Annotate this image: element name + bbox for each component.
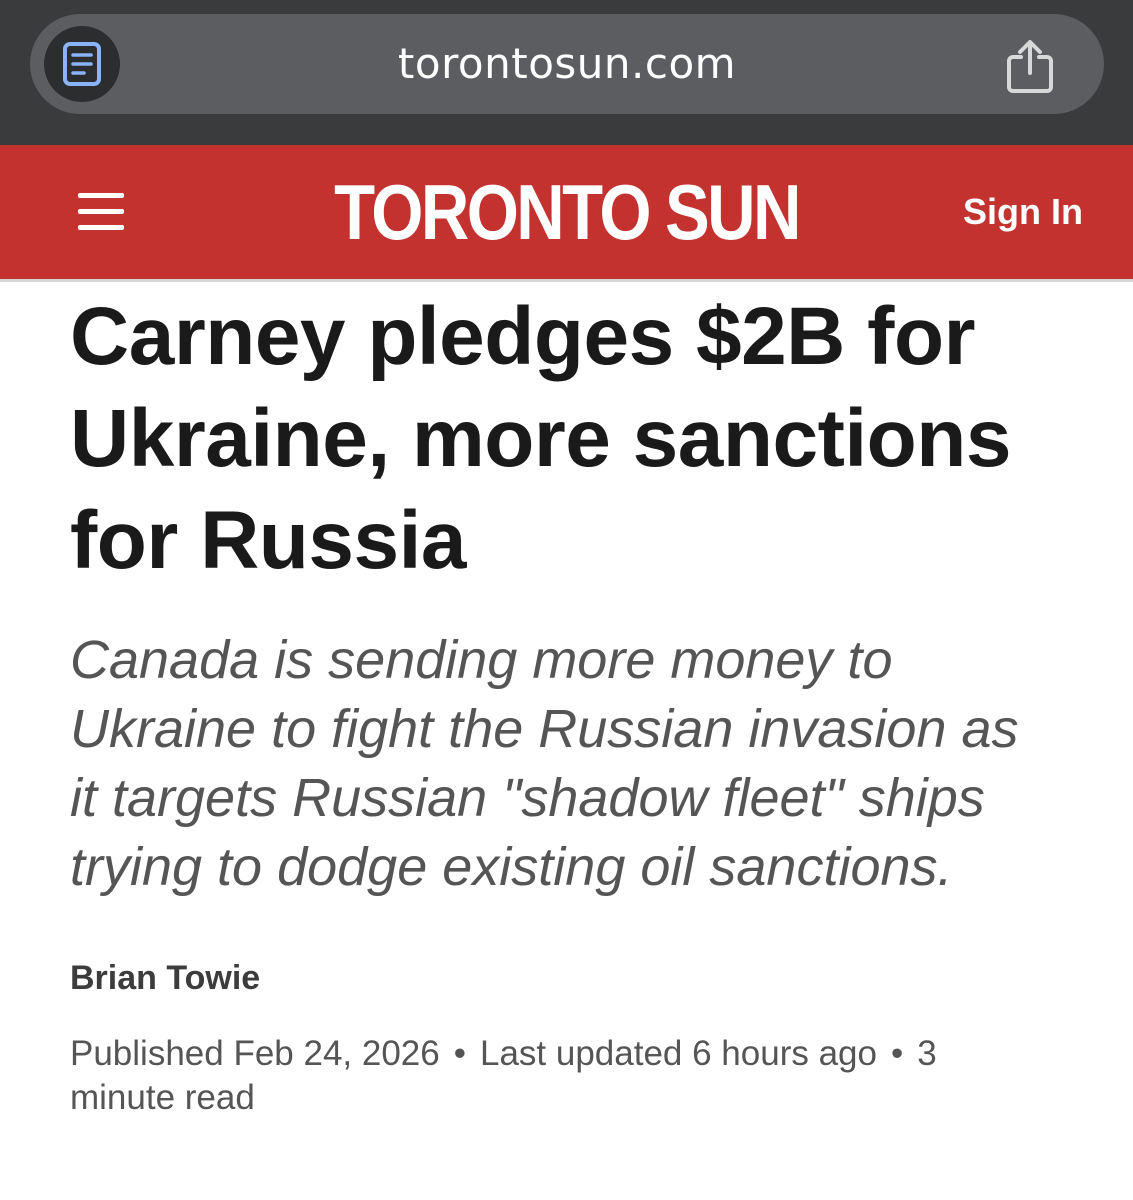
meta-separator: •: [890, 1034, 904, 1073]
sign-in-link[interactable]: Sign In: [963, 191, 1083, 233]
meta-separator: •: [453, 1034, 466, 1073]
site-header: TORONTO SUN Sign In: [0, 145, 1133, 282]
article-meta: Published Feb 24, 2026 • Last updated 6 ho…: [70, 1032, 1030, 1120]
logo-text-sun: SUN: [665, 168, 801, 256]
article-headline: Carney pledges $2B for Ukraine, more san…: [70, 291, 1011, 586]
url-text[interactable]: torontosun.com: [30, 40, 1104, 88]
logo-text-toronto: TORONTO: [334, 168, 651, 256]
last-updated: Last updated 6 hours ago: [480, 1034, 877, 1073]
address-bar[interactable]: torontosun.com: [30, 14, 1104, 114]
published-date: Published Feb 24, 2026: [70, 1034, 440, 1073]
share-icon[interactable]: [1002, 36, 1058, 96]
article: Carney pledges $2B for Ukraine, more san…: [70, 286, 1070, 1120]
article-deck: Canada is sending more money to Ukraine …: [70, 630, 1019, 897]
browser-chrome: torontosun.com: [0, 0, 1133, 145]
author-link[interactable]: Brian Towie: [70, 958, 1070, 998]
site-logo[interactable]: TORONTO SUN: [79, 169, 1053, 255]
